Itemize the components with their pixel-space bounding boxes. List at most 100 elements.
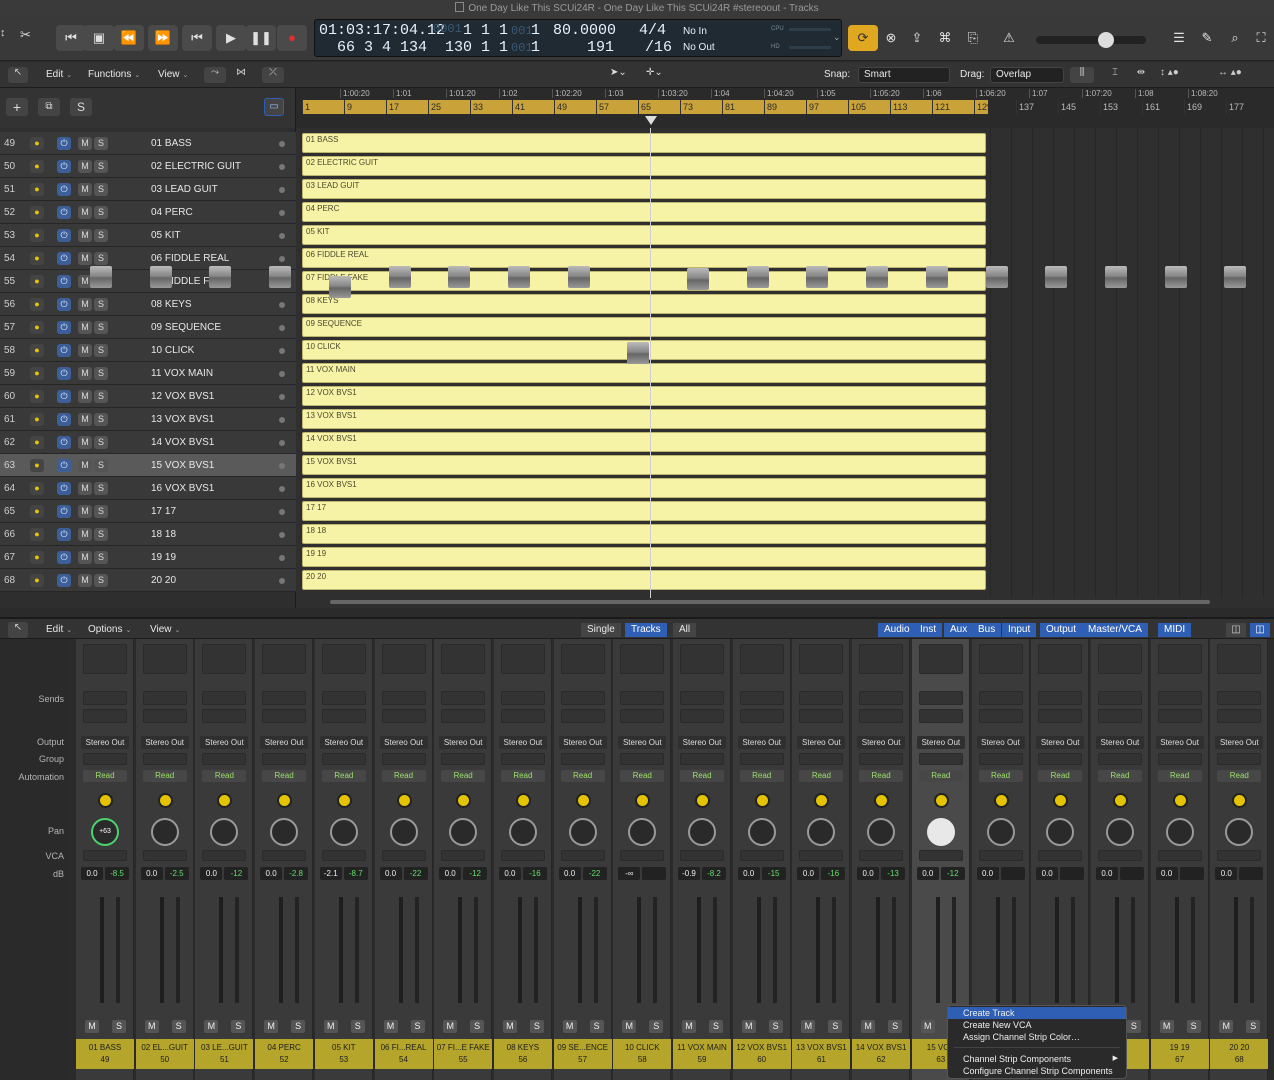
record-enable-icon[interactable]: ●	[30, 321, 44, 334]
fader-cap[interactable]	[687, 268, 709, 290]
send-slot[interactable]	[500, 691, 545, 705]
track-name[interactable]: 02 ELECTRIC GUIT	[151, 161, 241, 172]
input-monitor-knob[interactable]	[336, 793, 352, 808]
fader-track[interactable]	[756, 897, 761, 1003]
power-icon[interactable]: ⏻	[57, 505, 71, 518]
cycle-button[interactable]: ⟳	[848, 25, 878, 51]
strip-name[interactable]: 14 VOX BVS1 62	[852, 1039, 911, 1069]
send-slot[interactable]	[978, 709, 1023, 723]
track-name[interactable]: 03 LEAD GUIT	[151, 184, 218, 195]
strip-name[interactable]: 05 KIT 53	[314, 1039, 373, 1069]
vca-slot[interactable]	[978, 850, 1023, 861]
send-slot[interactable]	[262, 691, 307, 705]
insert-slot[interactable]	[1157, 644, 1202, 674]
send-slot[interactable]	[142, 691, 187, 705]
input-monitor-knob[interactable]	[396, 793, 412, 808]
scissors-icon[interactable]: ✂	[20, 27, 36, 49]
channel-strip[interactable]: Stereo Out Read 0.0 -15 M S 12 VOX BVS1 60	[732, 266, 791, 1080]
audio-region[interactable]: 16 VOX BVS1	[302, 478, 986, 498]
forward-button[interactable]: ⏩	[148, 25, 178, 51]
strip-name[interactable]: 02 EL...GUIT 50	[135, 1039, 194, 1069]
track-row[interactable]: 63 ● ⏻ M S 15 VOX BVS1	[0, 454, 296, 477]
fader-track[interactable]	[1114, 897, 1119, 1003]
send-slot[interactable]	[441, 709, 486, 723]
track-row[interactable]: 68 ● ⏻ M S 20 20	[0, 569, 296, 592]
group-slot[interactable]	[441, 753, 486, 765]
output-button[interactable]: Stereo Out	[1095, 736, 1144, 749]
mute-button[interactable]: M	[264, 1020, 279, 1033]
automation-mode-button[interactable]: Read	[739, 770, 784, 782]
go-to-beginning-button[interactable]: ⏮	[56, 25, 86, 51]
solo-button[interactable]: S	[1126, 1020, 1141, 1033]
power-icon[interactable]: ⏻	[57, 459, 71, 472]
pan-knob[interactable]	[150, 818, 179, 846]
mute-button[interactable]: M	[741, 1020, 756, 1033]
group-slot[interactable]	[680, 753, 724, 765]
vca-slot[interactable]	[83, 850, 127, 861]
output-button[interactable]: Stereo Out	[1155, 736, 1204, 749]
track-row[interactable]: 54 ● ⏻ M S 06 FIDDLE REAL	[0, 247, 296, 270]
strip-name[interactable]: 07 FI...E FAKE 55	[434, 1039, 493, 1069]
input-monitor-knob[interactable]	[277, 793, 293, 808]
track-row[interactable]: 56 ● ⏻ M S 08 KEYS	[0, 293, 296, 316]
automation-mode-button[interactable]: Read	[1217, 770, 1262, 782]
automation-mode-button[interactable]: Read	[620, 770, 665, 782]
audio-region[interactable]: 13 VOX BVS1	[302, 409, 986, 429]
insert-slot[interactable]	[83, 644, 127, 674]
audio-region[interactable]: 03 LEAD GUIT	[302, 179, 986, 199]
punch-button[interactable]: ⌘	[930, 25, 960, 51]
send-slot[interactable]	[739, 691, 784, 705]
vca-slot[interactable]	[441, 850, 486, 861]
vca-slot[interactable]	[381, 850, 426, 861]
solo-button[interactable]: S	[94, 137, 108, 150]
solo-button[interactable]: S	[649, 1020, 664, 1033]
strip-name[interactable]: 10 CLICK 58	[613, 1039, 672, 1069]
volume-readout[interactable]: 0.0	[737, 867, 760, 880]
track-row[interactable]: 58 ● ⏻ M S 10 CLICK	[0, 339, 296, 362]
fader-cap[interactable]	[1224, 266, 1247, 288]
mixer-view-menu[interactable]: View ⌄	[150, 622, 180, 638]
lcd-dropdown-icon[interactable]: ⌄	[833, 32, 841, 43]
audio-region[interactable]: 15 VOX BVS1	[302, 455, 986, 475]
mixer-filter-audio[interactable]: Audio	[878, 623, 916, 637]
power-icon[interactable]: ⏻	[57, 482, 71, 495]
pan-knob[interactable]	[508, 818, 537, 846]
mute-button[interactable]: M	[78, 367, 92, 380]
solo-button[interactable]: S	[171, 1020, 186, 1033]
mixer-filter-output[interactable]: Output	[1040, 623, 1083, 637]
input-monitor-knob[interactable]	[814, 793, 830, 808]
send-slot[interactable]	[1217, 709, 1262, 723]
send-slot[interactable]	[680, 691, 724, 705]
channel-strip[interactable]: Stereo Out Read 0.0 M S 20 20 68	[1210, 266, 1269, 1080]
solo-button[interactable]: S	[94, 183, 108, 196]
mixer-single-button[interactable]: Single	[581, 623, 621, 637]
insert-slot[interactable]	[680, 644, 724, 674]
automation-mode-button[interactable]: Read	[500, 770, 545, 782]
input-monitor-knob[interactable]	[695, 793, 710, 808]
output-button[interactable]: Stereo Out	[260, 736, 309, 749]
power-icon[interactable]: ⏻	[57, 367, 71, 380]
send-slot[interactable]	[799, 691, 844, 705]
solo-button[interactable]: S	[1246, 1020, 1261, 1033]
volume-readout[interactable]: 0.0	[1215, 867, 1238, 880]
input-monitor-knob[interactable]	[217, 793, 233, 808]
fader-track[interactable]	[935, 897, 940, 1003]
input-monitor-knob[interactable]	[1232, 793, 1248, 808]
automation-mode-button[interactable]: Read	[560, 770, 605, 782]
solo-button[interactable]: S	[94, 505, 108, 518]
audio-region[interactable]: 06 FIDDLE REAL	[302, 248, 986, 268]
group-slot[interactable]	[381, 753, 426, 765]
fader-track[interactable]	[1234, 897, 1239, 1003]
power-icon[interactable]: ⏻	[57, 183, 71, 196]
audio-region[interactable]: 20 20	[302, 570, 986, 590]
mute-button[interactable]: M	[78, 298, 92, 311]
timeline-ruler[interactable]: 1:00:20 1:01 1:01:20 1:02 1:02:20 1:03 1:03:20…	[296, 88, 1274, 128]
send-slot[interactable]	[620, 709, 665, 723]
send-slot[interactable]	[1157, 709, 1202, 723]
channel-strip[interactable]: Stereo Out Read -∞ M S 10 CLICK 58	[613, 342, 672, 1080]
mute-button[interactable]: M	[78, 505, 92, 518]
crosshair-tool-icon[interactable]: ✛⌄	[646, 67, 676, 83]
mute-button[interactable]: M	[85, 1020, 99, 1033]
mute-button[interactable]: M	[323, 1020, 338, 1033]
track-name[interactable]: 20 20	[151, 575, 176, 586]
